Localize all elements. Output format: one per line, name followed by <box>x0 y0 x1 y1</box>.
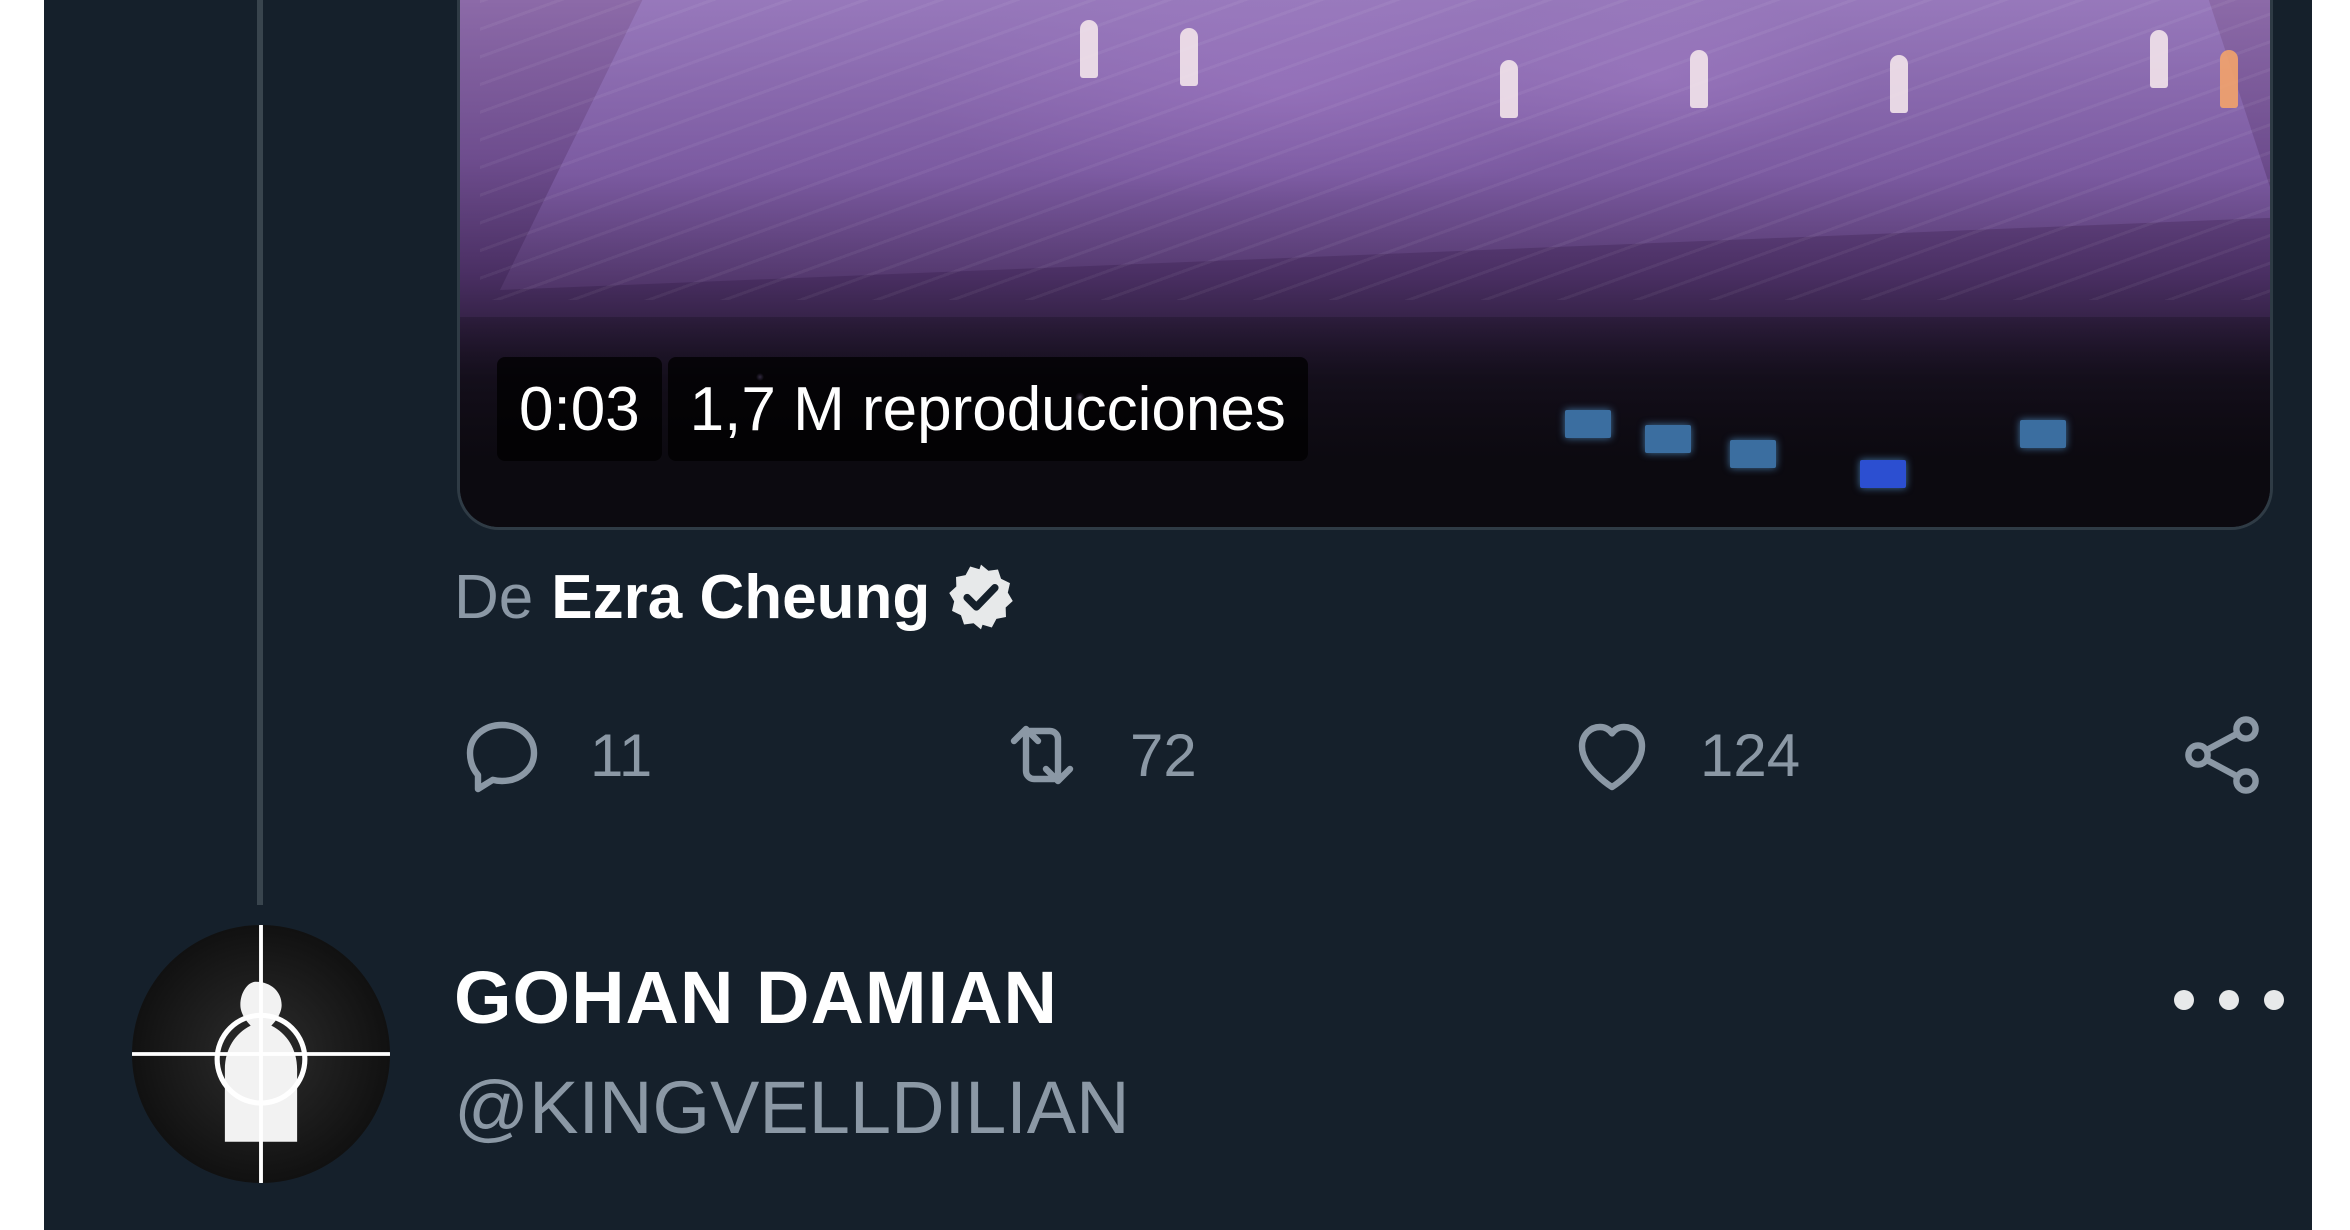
performer-figure <box>1690 50 1708 108</box>
like-button[interactable]: 124 <box>1564 700 1800 810</box>
control-monitor <box>1730 440 1776 468</box>
performer-figure <box>2150 30 2168 88</box>
performer-figure <box>1890 55 1908 113</box>
attribution-prefix: De <box>454 562 534 632</box>
reply-count: 11 <box>590 721 653 789</box>
performer-figure <box>1080 20 1098 78</box>
attribution-author-link[interactable]: Ezra Cheung <box>551 562 930 633</box>
avatar[interactable] <box>132 925 390 1183</box>
author-handle[interactable]: @KINGVELLDILIAN <box>454 1065 1130 1150</box>
reply-button[interactable]: 11 <box>454 700 652 810</box>
video-duration: 0:03 <box>497 357 662 461</box>
performer-figure <box>1500 60 1518 118</box>
video-attribution: De Ezra Cheung <box>454 552 1018 642</box>
verified-badge-icon <box>944 560 1018 634</box>
video-overlay-badge: 0:03 1,7 M reproducciones <box>497 357 1308 461</box>
reply-icon <box>466 721 538 793</box>
tweet-panel: 0:03 1,7 M reproducciones De Ezra Cheung… <box>44 0 2312 1230</box>
control-monitor <box>1860 460 1906 488</box>
like-count: 124 <box>1700 721 1801 789</box>
author-display-name[interactable]: GOHAN DAMIAN <box>454 955 1058 1040</box>
more-options-icon[interactable] <box>2174 975 2284 1025</box>
retweet-icon <box>1010 725 1074 785</box>
stage-texture <box>480 0 2270 300</box>
thread-connector-line <box>257 0 263 905</box>
more-dot <box>2174 990 2194 1010</box>
heart-icon <box>1578 723 1646 791</box>
share-icon <box>2185 716 2259 794</box>
control-monitor <box>1565 410 1611 438</box>
retweet-button[interactable]: 72 <box>994 700 1197 810</box>
more-dot <box>2219 990 2239 1010</box>
avatar-image <box>132 925 390 1183</box>
tweet-actions-bar: 11 72 124 <box>454 700 2274 810</box>
control-monitor <box>1645 425 1691 453</box>
video-view-count: 1,7 M reproducciones <box>667 357 1308 461</box>
reply-author-header: GOHAN DAMIAN @KINGVELLDILIAN <box>44 925 2312 1225</box>
performer-figure <box>1180 28 1198 86</box>
more-dot <box>2264 990 2284 1010</box>
performer-figure <box>2220 50 2238 108</box>
share-button[interactable] <box>2174 700 2270 810</box>
video-player[interactable]: 0:03 1,7 M reproducciones <box>457 0 2273 530</box>
retweet-count: 72 <box>1130 721 1197 789</box>
control-monitor <box>2020 420 2066 448</box>
